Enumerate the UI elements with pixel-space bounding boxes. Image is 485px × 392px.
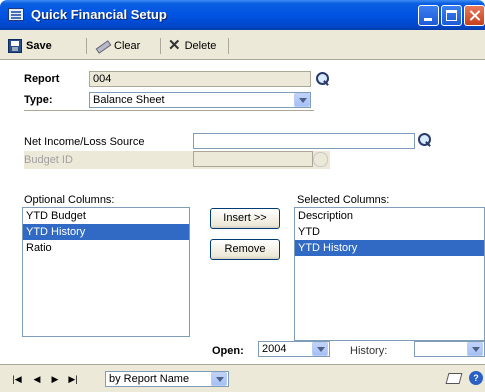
selected-column-item[interactable]: YTD History [295,240,484,256]
optional-column-item[interactable]: YTD History [23,224,189,240]
open-dropdown-icon[interactable] [312,342,328,356]
first-record-icon[interactable]: |◀ [10,372,24,386]
last-record-icon[interactable]: ▶| [66,372,80,386]
budget-id-lookup-icon [313,152,328,167]
sort-dropdown-icon[interactable] [211,372,227,386]
next-record-icon[interactable]: ▶ [48,372,62,386]
net-income-lookup-icon[interactable] [417,132,432,147]
maximize-button[interactable] [441,5,462,26]
clear-label: Clear [114,39,141,52]
minimize-button[interactable] [418,5,439,26]
type-select[interactable]: Balance Sheet [89,92,311,108]
net-income-source-field[interactable] [193,133,415,149]
previous-record-icon[interactable]: ◀ [30,372,44,386]
window-icon [8,8,24,21]
optional-column-item[interactable]: Ratio [23,240,189,256]
history-label: History: [350,345,388,357]
type-label: Type: [24,94,53,106]
budget-id-label: Budget ID [24,154,73,166]
budget-id-field [193,151,313,167]
open-label: Open: [212,345,244,357]
insert-label: Insert >> [223,212,267,224]
status-bar: |◀ ◀ ▶ ▶| by Report Name ? [0,364,485,392]
remove-label: Remove [224,243,266,255]
delete-button[interactable]: ✕ Delete [168,37,216,54]
save-label: Save [26,39,52,52]
selected-columns-label: Selected Columns: [297,194,390,206]
remove-button[interactable]: Remove [210,239,280,260]
toolbar-separator [228,38,229,54]
note-icon[interactable] [445,373,463,384]
divider [24,110,314,111]
delete-label: Delete [184,39,217,52]
clear-button[interactable]: Clear [94,37,140,54]
toolbar: Save Clear ✕ Delete [0,30,485,60]
window-title: Quick Financial Setup [31,7,167,22]
history-dropdown-icon[interactable] [467,342,483,356]
save-icon [8,38,22,53]
form-area: Report 004 Type: Balance Sheet Net Incom… [0,61,485,364]
toolbar-separator [86,38,87,54]
save-button[interactable]: Save [8,37,52,54]
selected-column-item[interactable]: Description [295,208,484,224]
net-income-label: Net Income/Loss Source [24,136,145,148]
optional-column-item[interactable]: YTD Budget [23,208,189,224]
report-field[interactable]: 004 [89,71,311,87]
close-button[interactable] [464,5,485,26]
insert-button[interactable]: Insert >> [210,208,280,229]
help-icon[interactable]: ? [469,371,483,385]
report-lookup-icon[interactable] [315,71,330,86]
selected-columns-list[interactable]: Description YTD YTD History [294,207,485,341]
selected-column-item[interactable]: YTD [295,224,484,240]
optional-columns-list[interactable]: YTD Budget YTD History Ratio [22,207,190,337]
optional-columns-label: Optional Columns: [24,194,115,206]
type-dropdown-icon[interactable] [294,93,310,107]
toolbar-separator [160,38,161,54]
title-bar: Quick Financial Setup [0,0,485,30]
delete-x-icon: ✕ [168,36,181,54]
eraser-icon [94,39,110,53]
report-label: Report [24,73,60,85]
